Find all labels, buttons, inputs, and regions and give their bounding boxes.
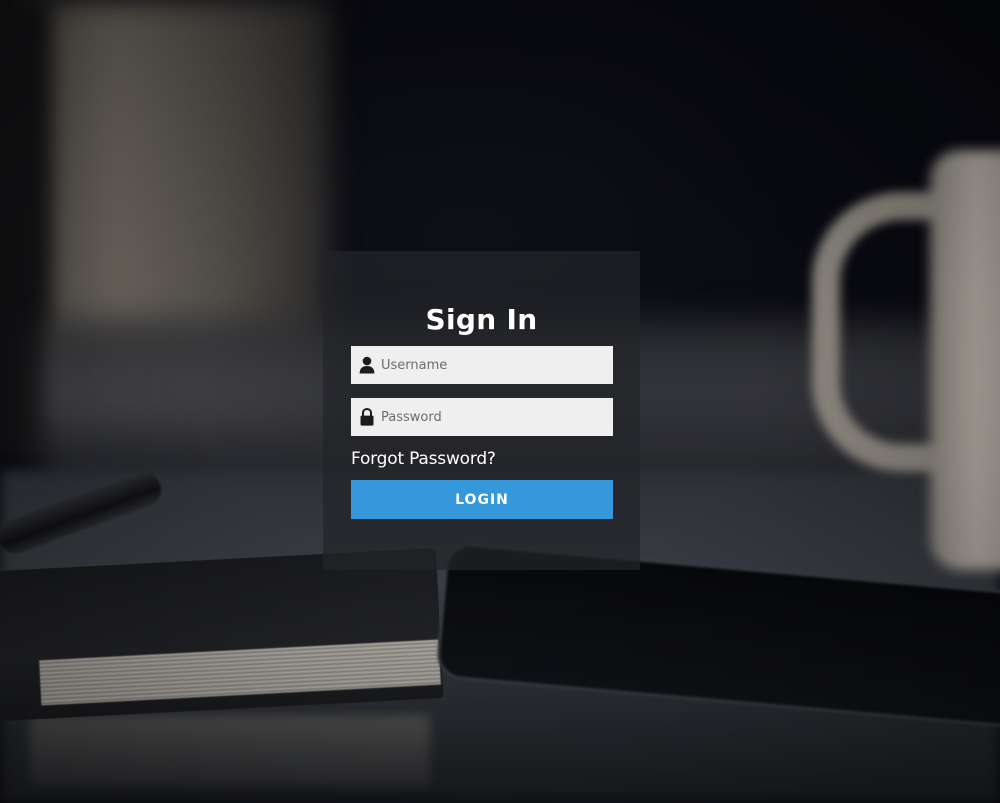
page-title: Sign In: [425, 303, 538, 336]
login-button[interactable]: LOGIN: [351, 480, 613, 519]
user-icon: [359, 356, 375, 374]
username-input[interactable]: [381, 346, 613, 384]
forgot-password-link[interactable]: Forgot Password?: [351, 448, 496, 470]
password-field[interactable]: [351, 398, 613, 436]
username-field[interactable]: [351, 346, 613, 384]
login-page: Sign In Forgot Password? LOGIN: [0, 0, 1000, 803]
lock-icon: [359, 408, 375, 426]
password-input[interactable]: [381, 398, 613, 436]
